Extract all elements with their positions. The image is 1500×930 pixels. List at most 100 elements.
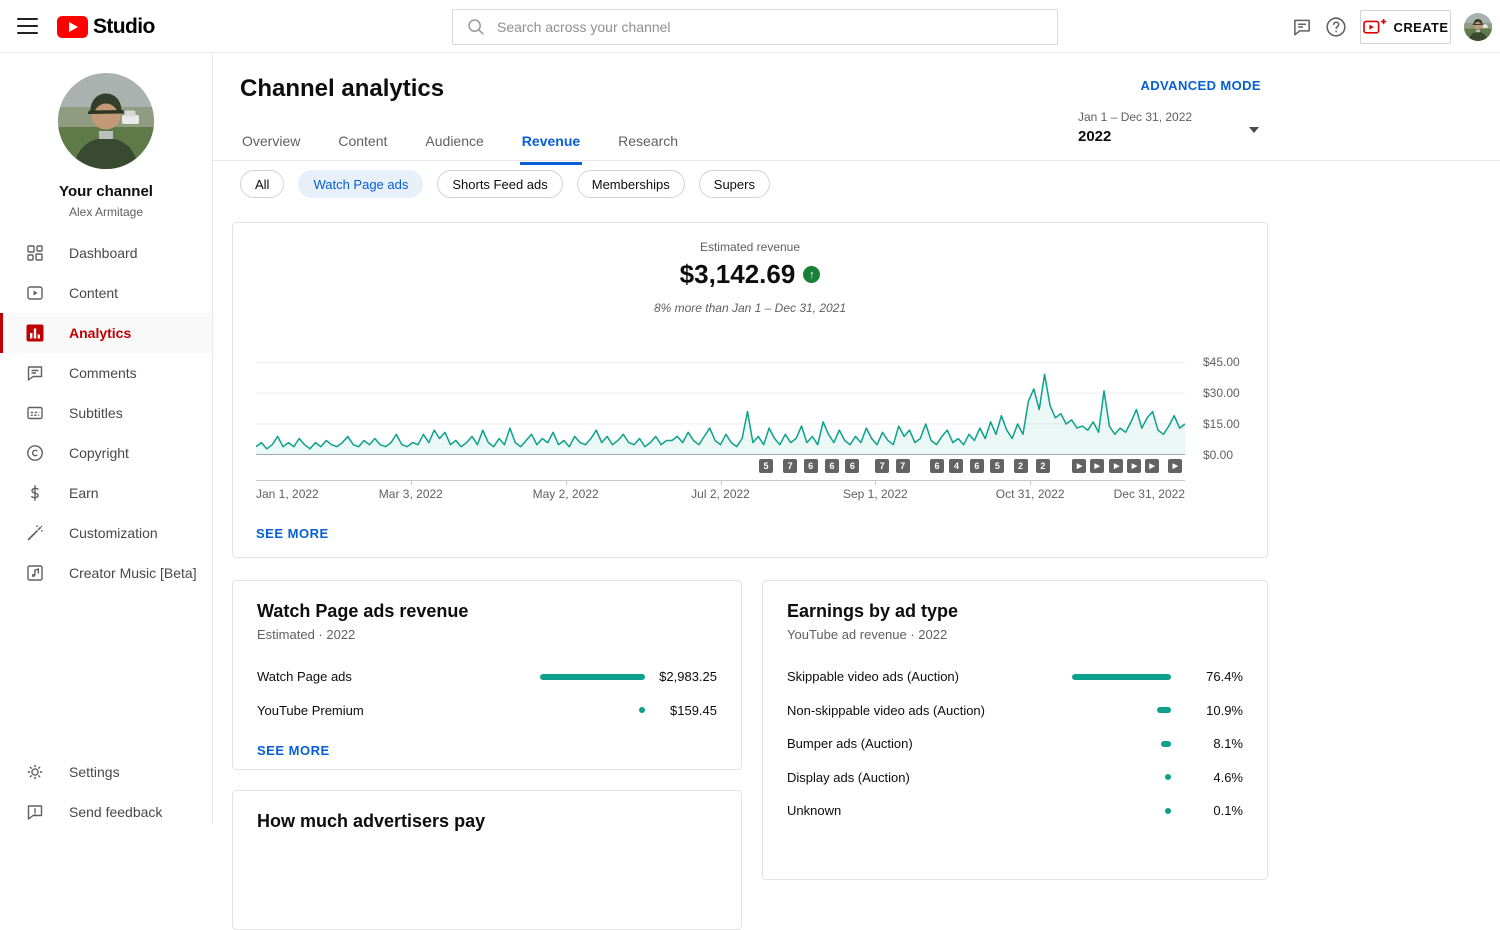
sidebar-footer: SettingsSend feedback	[0, 752, 212, 832]
card-title: How much advertisers pay	[233, 791, 741, 832]
watch-page-ads-revenue-card: Watch Page ads revenue Estimated · 2022 …	[232, 580, 742, 770]
sidebar-item-copyright[interactable]: Copyright	[0, 433, 212, 473]
x-axis-label: Oct 31, 2022	[996, 487, 1065, 501]
video-marker-play-icon[interactable]: ▶	[1145, 459, 1159, 473]
video-marker-count[interactable]: 6	[825, 459, 839, 473]
stat-value-bar	[1161, 741, 1171, 747]
sidebar-item-analytics[interactable]: Analytics	[0, 313, 212, 353]
chevron-down-icon	[1249, 127, 1259, 138]
video-marker-count[interactable]: 4	[949, 459, 963, 473]
chip-shorts-feed-ads[interactable]: Shorts Feed ads	[437, 170, 562, 198]
tab-content[interactable]: Content	[336, 125, 389, 165]
sidebar-item-creator-music[interactable]: Creator Music [Beta]	[0, 553, 212, 593]
video-marker-count[interactable]: 6	[804, 459, 818, 473]
x-axis-tick	[1030, 480, 1031, 485]
menu-icon[interactable]	[17, 18, 38, 34]
comments-icon	[25, 363, 45, 383]
x-axis-tick	[875, 480, 876, 485]
date-range-text: Jan 1 – Dec 31, 2022	[1078, 110, 1261, 124]
sidebar-item-earn[interactable]: Earn	[0, 473, 212, 513]
sidebar-item-settings[interactable]: Settings	[0, 752, 212, 792]
video-marker-play-icon[interactable]: ▶	[1168, 459, 1182, 473]
tab-revenue[interactable]: Revenue	[520, 125, 582, 165]
video-marker-play-icon[interactable]: ▶	[1090, 459, 1104, 473]
stat-label: Display ads (Auction)	[787, 770, 1001, 785]
video-marker-play-icon[interactable]: ▶	[1109, 459, 1123, 473]
tab-overview[interactable]: Overview	[240, 125, 302, 165]
search-input[interactable]	[497, 19, 1044, 35]
sidebar-item-comments[interactable]: Comments	[0, 353, 212, 393]
sidebar: Your channel Alex Armitage DashboardCont…	[0, 53, 213, 824]
analytics-tabs: Overview Content Audience Revenue Research	[240, 125, 680, 165]
sidebar-item-content[interactable]: Content	[0, 273, 212, 313]
studio-wordmark: Studio	[93, 15, 155, 39]
sidebar-item-dashboard[interactable]: Dashboard	[0, 233, 212, 273]
sidebar-item-customization[interactable]: Customization	[0, 513, 212, 553]
copyright-icon	[25, 443, 45, 463]
advanced-mode-link[interactable]: ADVANCED MODE	[1140, 78, 1261, 93]
video-marker-play-icon[interactable]: ▶	[1127, 459, 1141, 473]
y-axis-label: $15.00	[1203, 417, 1240, 431]
channel-name: Alex Armitage	[0, 205, 212, 219]
date-range-picker[interactable]: Jan 1 – Dec 31, 2022 2022	[1078, 110, 1261, 145]
x-axis-tick	[721, 480, 722, 485]
tab-research[interactable]: Research	[616, 125, 680, 165]
search-bar[interactable]	[452, 9, 1058, 45]
card-title: Watch Page ads revenue	[233, 581, 741, 622]
stat-value-bar	[1157, 707, 1171, 713]
video-marker-count[interactable]: 2	[1014, 459, 1028, 473]
video-marker-count[interactable]: 5	[990, 459, 1004, 473]
chip-all[interactable]: All	[240, 170, 284, 198]
earn-icon	[25, 483, 45, 503]
x-axis-line	[256, 480, 1185, 481]
channel-avatar[interactable]	[58, 73, 154, 169]
stat-value: 76.4%	[1171, 669, 1243, 684]
account-avatar[interactable]	[1464, 13, 1492, 41]
video-marker-play-icon[interactable]: ▶	[1072, 459, 1086, 473]
search-icon	[466, 17, 486, 37]
video-marker-count[interactable]: 7	[875, 459, 889, 473]
stat-value: 10.9%	[1171, 703, 1243, 718]
stat-bar-zone	[1001, 707, 1171, 713]
summary-value-row: $3,142.69 ↑	[233, 259, 1267, 290]
x-axis-label: Dec 31, 2022	[1114, 487, 1185, 501]
stat-row: Unknown0.1%	[763, 794, 1267, 828]
video-marker-count[interactable]: 2	[1036, 459, 1050, 473]
video-marker-count[interactable]: 7	[783, 459, 797, 473]
x-axis-label: Jan 1, 2022	[256, 487, 319, 501]
create-button[interactable]: CREATE	[1360, 10, 1451, 44]
sidebar-item-label: Dashboard	[69, 245, 138, 261]
stat-row: Display ads (Auction)4.6%	[763, 761, 1267, 795]
video-marker-count[interactable]: 5	[759, 459, 773, 473]
x-axis-label: Sep 1, 2022	[843, 487, 908, 501]
stat-value: 0.1%	[1171, 803, 1243, 818]
music-icon	[25, 563, 45, 583]
revenue-filter-chips: All Watch Page ads Shorts Feed ads Membersh…	[240, 170, 770, 198]
sidebar-item-subtitles[interactable]: Subtitles	[0, 393, 212, 433]
video-marker-count[interactable]: 6	[970, 459, 984, 473]
video-marker-count[interactable]: 7	[896, 459, 910, 473]
sidebar-item-label: Comments	[69, 365, 137, 381]
video-marker-row: 5766677646522▶▶▶▶▶▶	[256, 459, 1185, 473]
video-marker-count[interactable]: 6	[930, 459, 944, 473]
summary-label: Estimated revenue	[233, 240, 1267, 254]
watch-page-rows: Watch Page ads$2,983.25YouTube Premium$1…	[233, 660, 741, 727]
x-axis-label: May 2, 2022	[533, 487, 599, 501]
stat-bar-zone	[1001, 774, 1171, 780]
video-marker-count[interactable]: 6	[845, 459, 859, 473]
help-icon[interactable]	[1325, 16, 1347, 38]
tab-audience[interactable]: Audience	[423, 125, 485, 165]
sidebar-item-send-feedback[interactable]: Send feedback	[0, 792, 212, 832]
chip-memberships[interactable]: Memberships	[577, 170, 685, 198]
chart-see-more-link[interactable]: SEE MORE	[256, 526, 329, 541]
feedback-bubble-icon[interactable]	[1291, 16, 1313, 38]
earnings-by-ad-type-card: Earnings by ad type YouTube ad revenue ·…	[762, 580, 1268, 880]
chip-supers[interactable]: Supers	[699, 170, 770, 198]
dashboard-icon	[25, 243, 45, 263]
youtube-studio-logo[interactable]: Studio	[57, 15, 155, 39]
chip-watch-page-ads[interactable]: Watch Page ads	[298, 170, 423, 198]
card-subtitle: Estimated · 2022	[233, 622, 741, 642]
revenue-line-chart[interactable]	[256, 362, 1185, 455]
watch-card-see-more-link[interactable]: SEE MORE	[257, 743, 330, 758]
feedback-icon	[25, 802, 45, 822]
